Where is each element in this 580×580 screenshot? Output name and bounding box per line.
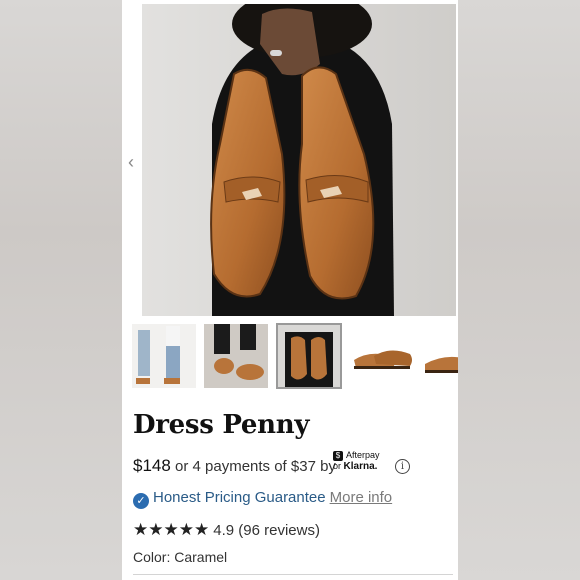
thumbnail-3[interactable] — [276, 323, 342, 389]
hero-photo — [142, 4, 456, 316]
thumbnail-2[interactable] — [204, 324, 268, 388]
thumbnail-4[interactable] — [350, 324, 414, 388]
star-rating: ★★★★★ — [133, 520, 209, 539]
chevron-left-icon[interactable]: ‹ — [124, 152, 138, 172]
star-icon: ★ — [194, 520, 210, 539]
more-info-link[interactable]: More info — [330, 489, 393, 506]
background-blur-left — [0, 0, 122, 580]
price-row: $148 or 4 payments of $37 by $ Afterpay o… — [133, 450, 453, 480]
info-icon[interactable]: i — [395, 459, 410, 474]
product-card: ‹ Dress Penny $148 or 4 payments of $37 … — [122, 0, 458, 580]
star-icon: ★ — [148, 520, 164, 539]
product-title: Dress Penny — [133, 410, 310, 440]
guarantee-label: Honest Pricing Guarantee — [153, 489, 326, 506]
thumbnail-5[interactable] — [423, 324, 458, 388]
product-hero-image[interactable] — [142, 4, 456, 316]
product-price: $148 — [133, 456, 171, 475]
thumbnail-image — [132, 324, 196, 388]
thumbnail-image — [350, 324, 414, 388]
check-circle-icon: ✓ — [133, 493, 149, 509]
color-swatches-edge — [133, 574, 453, 580]
thumbnail-1[interactable] — [132, 324, 196, 388]
background-blur-right — [458, 0, 580, 580]
payment-providers[interactable]: $ Afterpay or Klarna. — [333, 450, 380, 472]
thumbnail-image — [277, 324, 341, 388]
star-icon: ★ — [178, 520, 194, 539]
installment-text: or 4 payments of $37 by — [175, 458, 336, 475]
afterpay-logo: $ Afterpay — [333, 450, 380, 461]
rating-row[interactable]: ★★★★★ 4.9 (96 reviews) — [133, 520, 320, 542]
rating-value: 4.9 — [213, 522, 235, 539]
color-label: Color: Caramel — [133, 549, 228, 565]
thumbnail-image — [423, 324, 458, 388]
thumbnail-strip — [132, 323, 458, 390]
review-count: (96 reviews) — [238, 522, 320, 539]
star-icon: ★ — [163, 520, 179, 539]
star-icon: ★ — [133, 520, 149, 539]
thumbnail-image — [204, 324, 268, 388]
guarantee-row: ✓ Honest Pricing Guarantee More info — [133, 489, 392, 511]
afterpay-icon: $ — [333, 450, 343, 461]
klarna-logo: or Klarna. — [333, 461, 378, 472]
